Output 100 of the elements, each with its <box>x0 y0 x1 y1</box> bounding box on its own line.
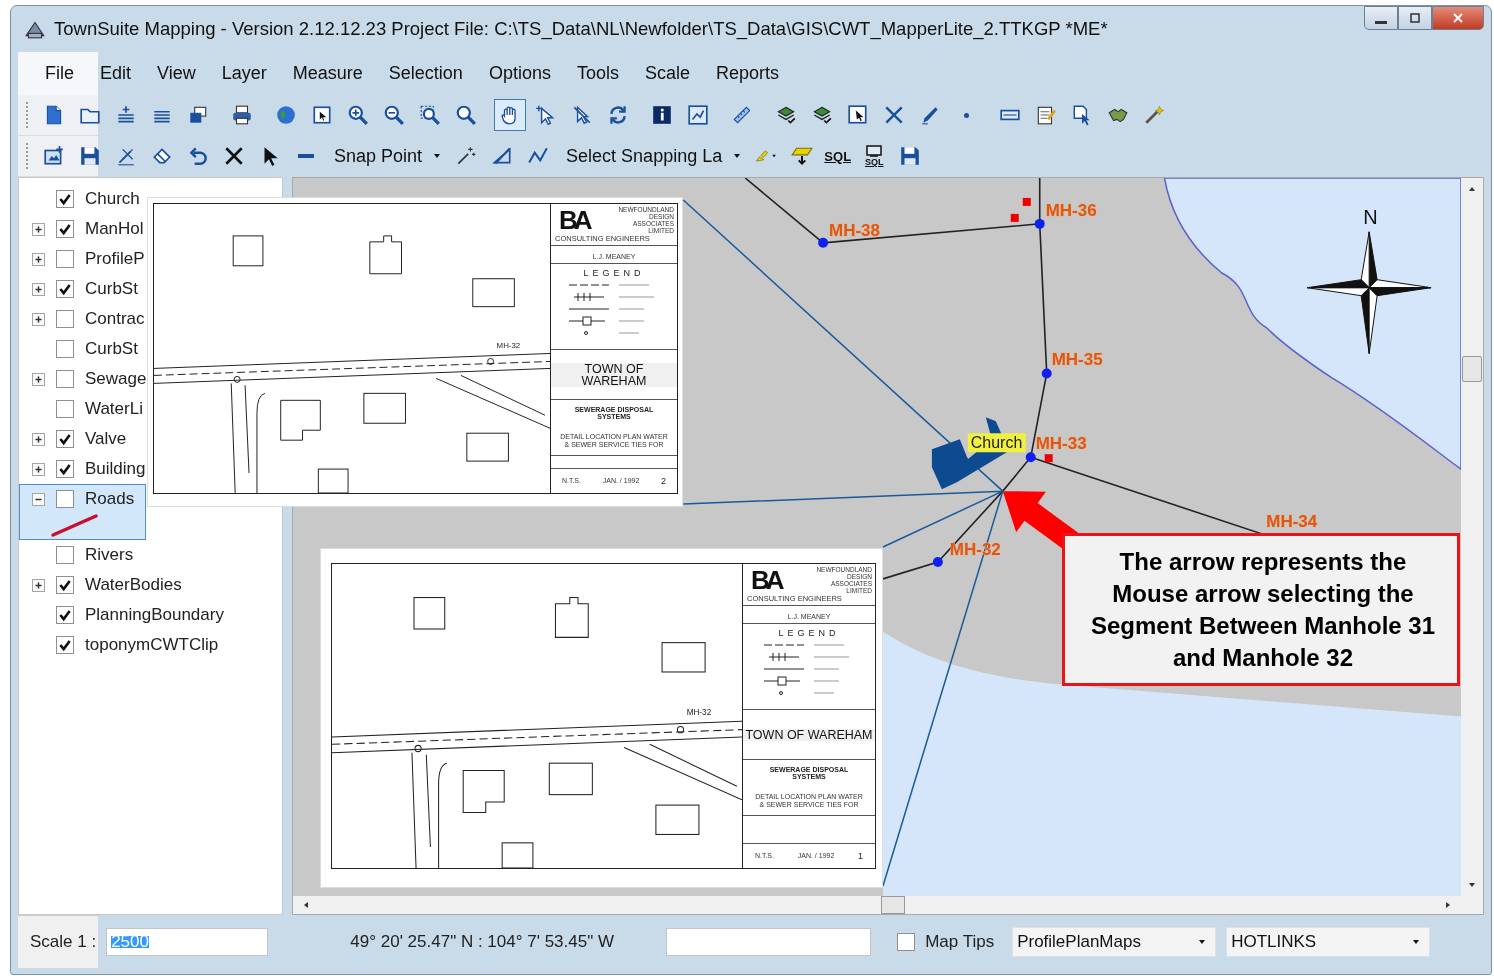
checkbox[interactable] <box>56 400 74 418</box>
client-name: TOWN OF WAREHAM <box>551 362 677 387</box>
plus-icon <box>33 463 44 475</box>
tree-row[interactable]: Contrac <box>19 304 152 334</box>
checkbox[interactable] <box>56 460 74 478</box>
tree-row[interactable]: Church <box>19 184 147 214</box>
menu-item[interactable]: Scale <box>631 59 703 88</box>
menu-item[interactable]: Edit <box>87 59 145 88</box>
checkbox[interactable] <box>897 933 916 951</box>
expand-toggle[interactable] <box>32 462 45 476</box>
legend-title: LEGEND <box>583 267 645 279</box>
manhole-point[interactable] <box>818 237 829 248</box>
menu-item[interactable]: Reports <box>703 59 792 88</box>
tree-row[interactable]: WaterLi <box>19 394 150 424</box>
tree-row[interactable]: Roads <box>19 484 146 540</box>
expand-toggle[interactable] <box>32 252 45 266</box>
compass-rose-icon <box>1306 231 1432 354</box>
checkbox[interactable] <box>56 250 74 268</box>
maximize-button[interactable] <box>1398 6 1432 30</box>
tree-row[interactable]: Valve <box>19 424 146 454</box>
checkbox[interactable] <box>56 370 74 388</box>
tree-row[interactable]: CurbSt <box>19 334 146 364</box>
tree-row[interactable]: WaterBodies <box>19 570 189 600</box>
node-label: ManHol <box>85 223 144 235</box>
tree-row[interactable]: Sewage <box>19 364 154 394</box>
checkbox[interactable] <box>56 490 74 508</box>
checkbox[interactable] <box>56 220 74 238</box>
expand-toggle[interactable] <box>32 312 45 326</box>
checkbox[interactable] <box>56 310 74 328</box>
logo: BA <box>751 565 781 596</box>
manhole-label: MH-38 <box>829 220 880 240</box>
plus-icon <box>33 253 44 265</box>
manhole-point[interactable] <box>1025 452 1036 463</box>
tree-row[interactable]: ManHol <box>19 214 151 244</box>
checkbox[interactable] <box>56 606 74 624</box>
dropdown[interactable]: Select Snapping La <box>558 141 747 171</box>
input-field[interactable] <box>666 928 872 956</box>
checkbox[interactable] <box>56 636 74 654</box>
dropdown[interactable]: ProfilePlanMaps <box>1012 927 1217 957</box>
expand-toggle[interactable] <box>32 222 45 236</box>
plus-icon <box>33 433 44 445</box>
manhole-label: MH-34 <box>1266 512 1318 532</box>
checkbox[interactable] <box>56 280 74 298</box>
north-label: N <box>1363 205 1378 228</box>
expand-toggle[interactable] <box>32 432 45 446</box>
globe-icon <box>275 103 297 127</box>
dropdown[interactable]: HOTLINKS <box>1226 927 1431 957</box>
node-label: CurbSt <box>85 343 138 355</box>
tree-row[interactable]: PlanningBoundary <box>19 600 231 630</box>
node-label: Roads <box>85 493 135 505</box>
ruler-icon <box>731 103 753 127</box>
checkbox[interactable] <box>56 430 74 448</box>
tree-row[interactable]: toponymCWTClip <box>19 630 226 660</box>
zoom-extent-icon <box>311 103 333 127</box>
hand-button[interactable] <box>494 99 526 131</box>
manhole-point[interactable] <box>1041 368 1052 379</box>
menu-item[interactable]: Options <box>475 59 564 88</box>
expand-toggle[interactable] <box>32 282 45 296</box>
scale-label: Scale 1 : <box>30 936 97 948</box>
sql-button[interactable]: SQL <box>822 140 855 172</box>
tree-row[interactable]: Building <box>19 454 153 484</box>
tree-row[interactable]: ProfileP <box>19 244 152 274</box>
map-window-icon <box>687 103 709 127</box>
sheet-number: 2 <box>661 475 667 487</box>
add-image-icon <box>43 144 65 168</box>
scroll-thumb[interactable] <box>1462 356 1482 382</box>
zoom-in-icon <box>347 103 369 127</box>
dropdown[interactable]: Snap Point <box>326 141 447 171</box>
client-name: TOWN OF WAREHAM <box>743 728 875 741</box>
node-label: Church <box>85 193 140 205</box>
marker-icon <box>1022 197 1031 206</box>
tree-row[interactable]: CurbSt <box>19 274 146 304</box>
menu-item[interactable]: Tools <box>563 59 632 88</box>
menu-item[interactable]: Selection <box>375 59 476 88</box>
menu-item[interactable]: View <box>144 59 209 88</box>
node-label: WaterBodies <box>85 579 182 591</box>
sql-query-button[interactable]: SQL <box>858 140 891 172</box>
scroll-thumb[interactable] <box>881 896 905 914</box>
dot-icon <box>963 112 969 118</box>
window-title: TownSuite Mapping - Version 2.12.12.23 Project File: C:\TS_Data\NL\Newfolder\TS_Data\GIS\CWT_MapperLite_2.TTKGP *ME* <box>54 18 1109 40</box>
save-icon <box>899 144 922 168</box>
expand-toggle[interactable] <box>32 372 45 386</box>
close-icon <box>1452 12 1464 24</box>
checkbox[interactable] <box>56 340 74 358</box>
expand-toggle[interactable] <box>32 578 45 592</box>
expand-toggle[interactable] <box>32 492 45 506</box>
menu-item[interactable]: Measure <box>279 59 376 88</box>
node-label: Valve <box>85 433 127 445</box>
manhole-point[interactable] <box>932 556 943 567</box>
minimize-button[interactable] <box>1364 6 1398 30</box>
manhole-label: MH-35 <box>1051 350 1103 370</box>
manhole-point[interactable] <box>1034 218 1045 229</box>
tree-row[interactable]: Rivers <box>19 540 146 570</box>
checkbox[interactable] <box>56 190 74 208</box>
plus-icon <box>33 579 44 591</box>
checkbox[interactable] <box>56 576 74 594</box>
node-label: ProfileP <box>85 253 145 265</box>
checkbox[interactable] <box>56 546 74 564</box>
monitor-icon <box>864 145 885 157</box>
menu-item[interactable]: Layer <box>208 59 280 88</box>
